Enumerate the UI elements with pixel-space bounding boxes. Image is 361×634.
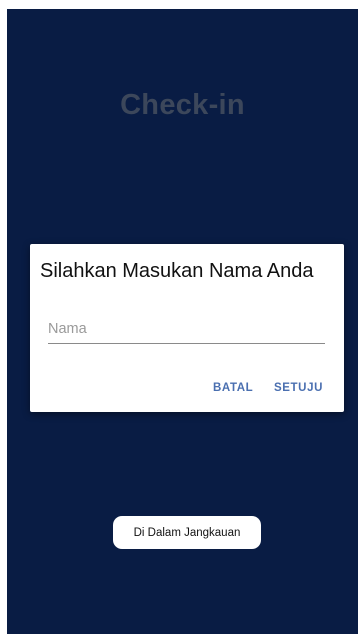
name-dialog: Silahkan Masukan Nama Anda BATAL SETUJU — [30, 244, 344, 412]
cancel-button[interactable]: BATAL — [213, 382, 253, 394]
agree-button[interactable]: SETUJU — [274, 382, 323, 394]
toast-message: Di Dalam Jangkauan — [113, 516, 261, 549]
app-screen: Check-in Silahkan Masukan Nama Anda BATA… — [7, 9, 358, 634]
dialog-title: Silahkan Masukan Nama Anda — [40, 260, 314, 282]
toast-text: Di Dalam Jangkauan — [133, 526, 241, 539]
name-input[interactable] — [48, 317, 325, 344]
